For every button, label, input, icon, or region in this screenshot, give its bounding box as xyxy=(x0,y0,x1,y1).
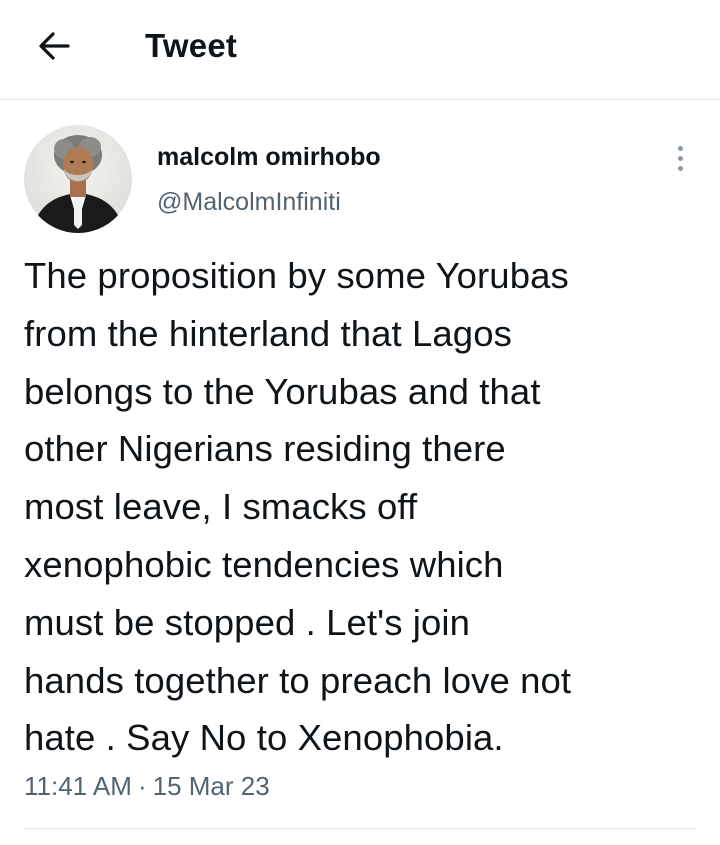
avatar[interactable] xyxy=(24,125,132,233)
tweet-time[interactable]: 11:41 AM xyxy=(24,771,132,801)
author-display-name[interactable]: malcolm omirhobo xyxy=(157,141,381,173)
more-options-button[interactable] xyxy=(664,138,696,178)
arrow-left-icon xyxy=(39,32,70,60)
tweet-text: The proposition by some Yorubas from the… xyxy=(24,255,572,759)
vertical-ellipsis-icon xyxy=(677,155,683,161)
avatar-photo xyxy=(24,125,132,233)
page-title: Tweet xyxy=(145,27,238,64)
tweet-date[interactable]: 15 Mar 23 xyxy=(153,771,270,801)
back-button[interactable] xyxy=(28,22,80,70)
meta-separator: · xyxy=(137,771,147,801)
tweet-timestamp: 11:41 AM · 15 Mar 23 xyxy=(24,768,270,804)
author-handle[interactable]: @MalcolmInfiniti xyxy=(157,186,341,218)
divider xyxy=(24,828,696,829)
vertical-ellipsis-icon xyxy=(677,165,683,171)
vertical-ellipsis-icon xyxy=(677,145,683,151)
top-bar: Tweet xyxy=(0,0,720,100)
